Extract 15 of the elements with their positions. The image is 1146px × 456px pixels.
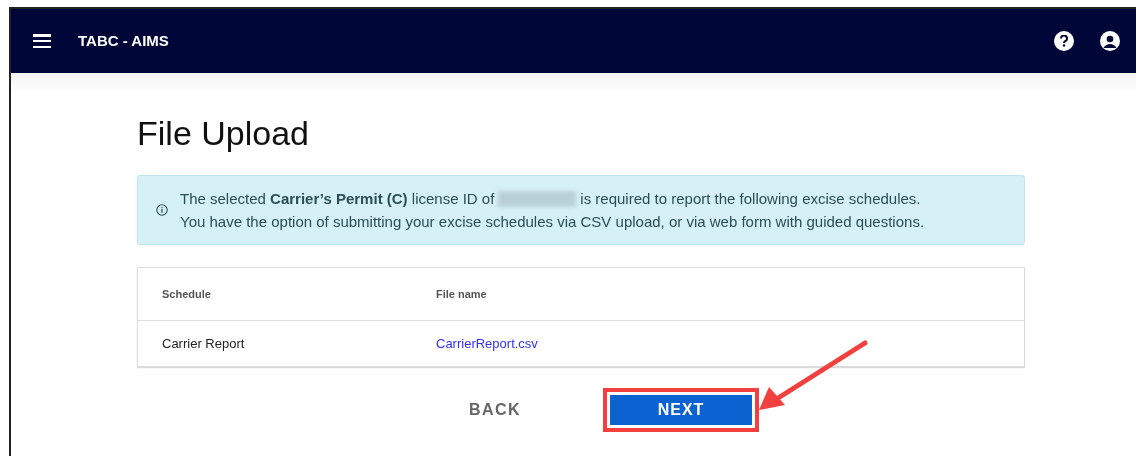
help-icon[interactable] [1054, 31, 1074, 51]
notice-text: is required to report the following excise schedules. [580, 189, 921, 209]
menu-icon[interactable] [33, 34, 51, 48]
next-button[interactable]: NEXT [610, 395, 752, 425]
account-icon[interactable] [1100, 31, 1120, 51]
back-button[interactable]: BACK [450, 395, 540, 425]
page-title: File Upload [137, 113, 310, 153]
table-cell-text: Carrier Report [161, 334, 246, 353]
notice-text: You have the option of submitting your excise schedules via CSV upload, or via web form with guided questions. [180, 212, 925, 232]
file-link[interactable]: CarrierReport.csv [436, 333, 538, 354]
info-icon [156, 204, 168, 216]
column-header: File name [436, 286, 487, 302]
notice-text: The selected Carrier’s Permit (C) license ID of [180, 189, 495, 209]
app-title: TABC - AIMS [78, 30, 169, 51]
column-header: Schedule [161, 286, 212, 302]
